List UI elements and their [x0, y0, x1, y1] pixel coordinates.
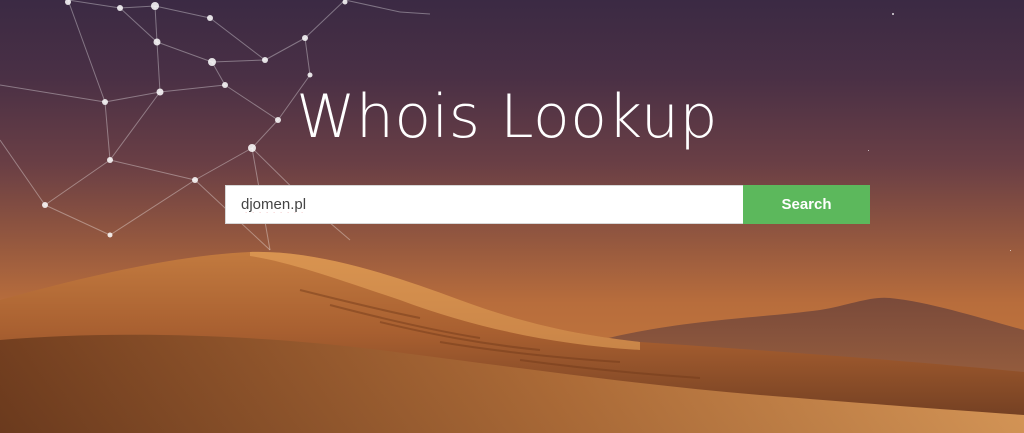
search-button[interactable]: Search — [743, 185, 870, 224]
domain-search-input[interactable] — [225, 185, 743, 224]
search-form: Search — [225, 185, 870, 224]
page-title: Whois Lookup — [296, 82, 718, 152]
hero-background: Whois Lookup Search — [0, 0, 1024, 433]
